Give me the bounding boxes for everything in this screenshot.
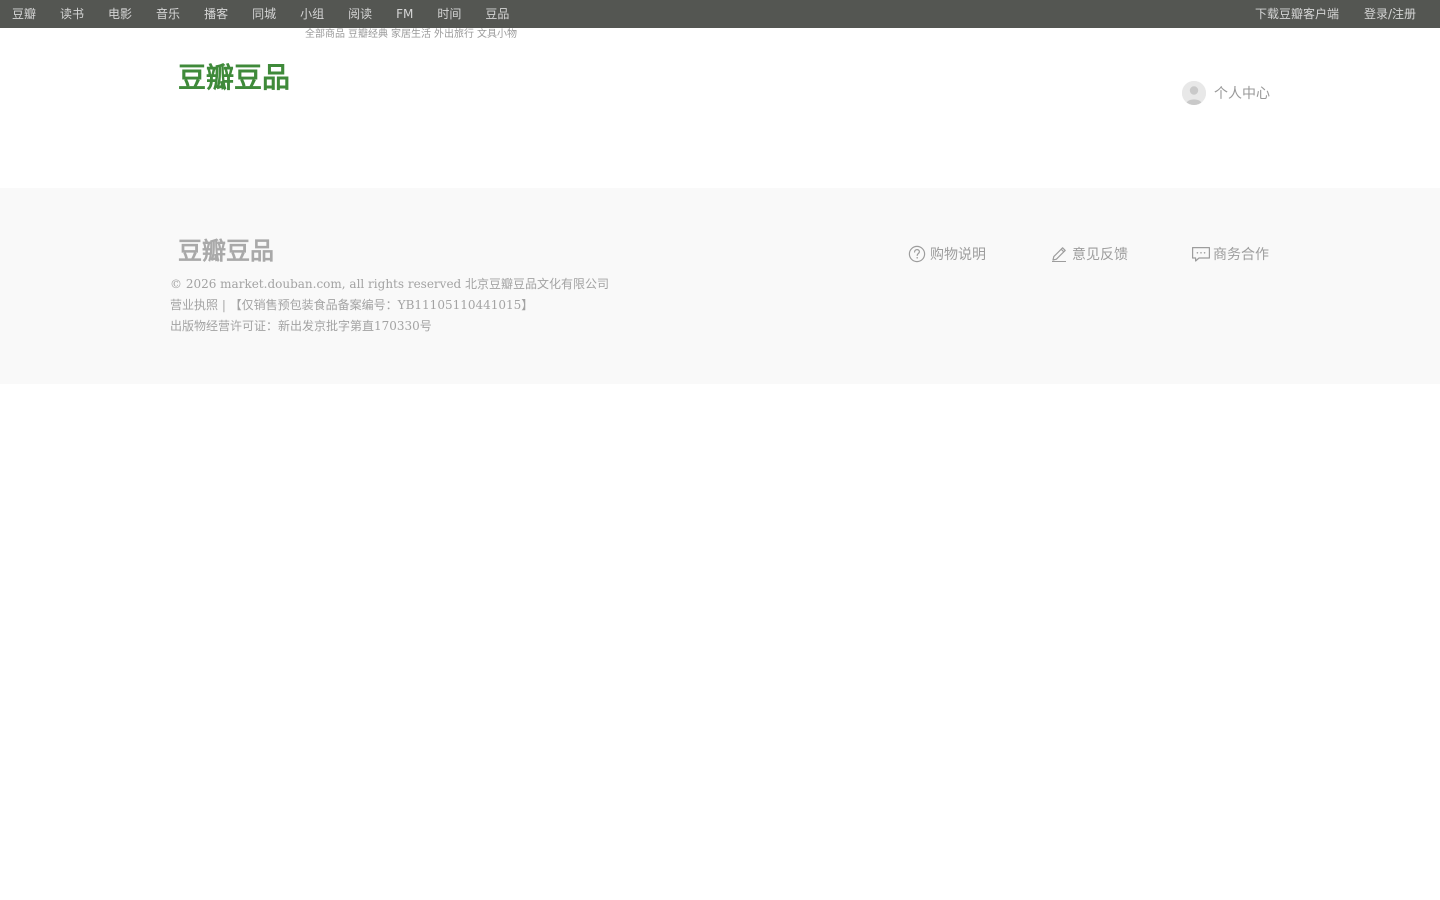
chat-bubble-icon: [1191, 245, 1210, 263]
subnav-douban-classic[interactable]: 豆瓣经典: [348, 28, 388, 42]
nav-read[interactable]: 阅读: [348, 0, 372, 28]
subnav-travel[interactable]: 外出旅行: [434, 28, 474, 42]
subnav-stationery[interactable]: 文具小物: [477, 28, 517, 42]
login-register-link[interactable]: 登录/注册: [1364, 0, 1416, 28]
footer-links: 购物说明 意见反馈 商务合作: [0, 242, 1440, 266]
category-subnav: 全部商品 豆瓣经典 家居生活 外出旅行 文具小物: [305, 28, 520, 42]
user-center-label: 个人中心: [1214, 86, 1270, 102]
nav-local[interactable]: 同城: [252, 0, 276, 28]
avatar: [1182, 81, 1206, 105]
footer-publish-license: 出版物经营许可证：新出发京批字第直170330号: [170, 319, 432, 333]
nav-podcast[interactable]: 播客: [204, 0, 228, 28]
nav-movie[interactable]: 电影: [108, 0, 132, 28]
pencil-icon: [1050, 245, 1068, 263]
user-center-link[interactable]: 个人中心: [1182, 80, 1270, 106]
nav-music[interactable]: 音乐: [156, 0, 180, 28]
footer-legal-info: © 2026 market.douban.com, all rights res…: [170, 274, 609, 337]
feedback-label: 意见反馈: [1072, 247, 1128, 263]
nav-douban[interactable]: 豆瓣: [12, 0, 36, 28]
global-nav-left: 豆瓣 读书 电影 音乐 播客 同城 小组 阅读 FM 时间 豆品: [12, 0, 533, 28]
site-footer: 豆瓣豆品 © 2026 market.douban.com, all right…: [0, 188, 1440, 384]
footer-license[interactable]: 营业执照 | 【仅销售预包装食品备案编号：YB11105110441015】: [170, 295, 609, 316]
nav-group[interactable]: 小组: [300, 0, 324, 28]
shopping-help-label: 购物说明: [930, 247, 986, 263]
footer-copyright: © 2026 market.douban.com, all rights res…: [170, 277, 610, 291]
nav-fm[interactable]: FM: [396, 0, 413, 28]
nav-book[interactable]: 读书: [60, 0, 84, 28]
download-app-link[interactable]: 下载豆瓣客户端: [1255, 0, 1339, 28]
feedback-link[interactable]: 意见反馈: [1050, 242, 1128, 266]
nav-market[interactable]: 豆品: [485, 0, 509, 28]
question-circle-icon: [908, 245, 926, 263]
business-cooperation-label: 商务合作: [1213, 247, 1269, 263]
business-cooperation-link[interactable]: 商务合作: [1191, 242, 1269, 266]
subnav-all-products[interactable]: 全部商品: [305, 28, 345, 42]
global-nav-bar: 豆瓣 读书 电影 音乐 播客 同城 小组 阅读 FM 时间 豆品 下载豆瓣客户端…: [0, 0, 1440, 28]
subnav-home-living[interactable]: 家居生活: [391, 28, 431, 42]
nav-time[interactable]: 时间: [437, 0, 461, 28]
user-avatar-icon: [1182, 81, 1206, 105]
global-nav-right: 下载豆瓣客户端 登录/注册: [1230, 0, 1416, 28]
shopping-help-link[interactable]: 购物说明: [908, 242, 986, 266]
site-logo[interactable]: 豆瓣豆品: [178, 60, 290, 96]
